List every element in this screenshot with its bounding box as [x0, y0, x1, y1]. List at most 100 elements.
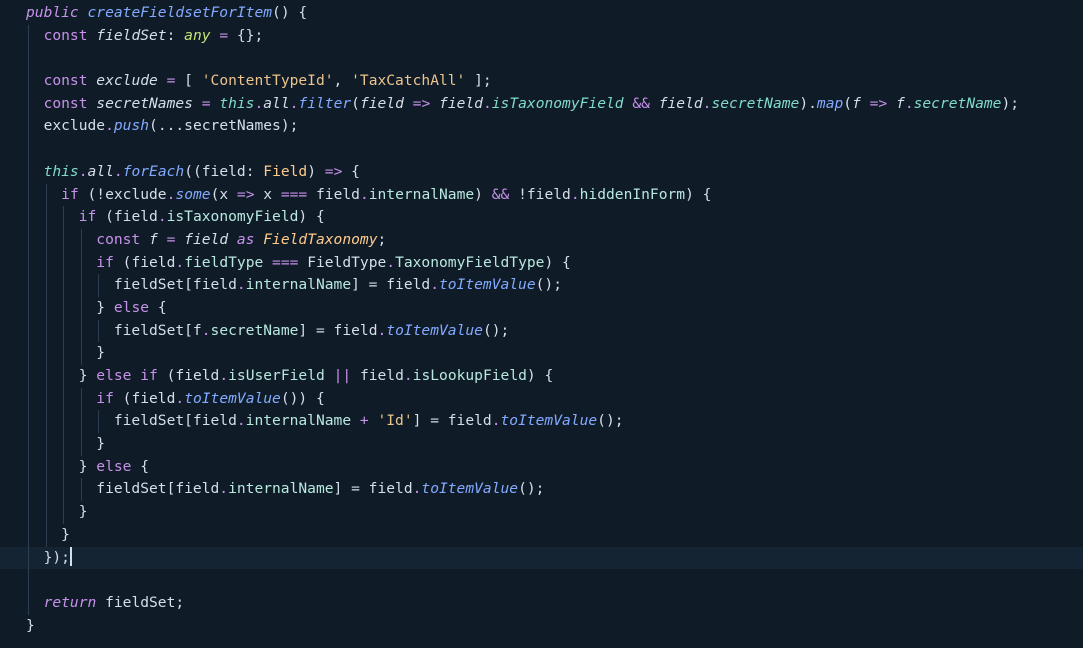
code-line[interactable]: } [26, 433, 1083, 456]
code-line[interactable]: const exclude = [ 'ContentTypeId', 'TaxC… [26, 70, 1083, 93]
code-token: public [26, 4, 88, 21]
code-token: fieldSet[field [26, 412, 237, 430]
code-token: ) { [298, 208, 325, 226]
code-line[interactable]: const secretNames = this.all.filter(fiel… [26, 92, 1083, 116]
code-token: fieldSet [96, 26, 167, 44]
code-token: . [403, 367, 413, 384]
indent-guide [45, 410, 47, 434]
indent-guide [98, 274, 100, 297]
code-line[interactable] [26, 569, 1083, 592]
code-token: fieldType [184, 253, 264, 271]
code-token: field [184, 230, 229, 248]
indent-guide [80, 274, 82, 297]
code-token: } [26, 344, 106, 362]
code-token: [ [184, 72, 202, 90]
code-token: . [78, 162, 88, 180]
indent-guide [28, 274, 29, 297]
code-line[interactable]: const fieldSet: any = {}; [26, 24, 1083, 48]
indent-guide [63, 387, 65, 411]
code-token: => [403, 94, 440, 112]
code-line[interactable]: fieldSet[field.internalName + 'Id'] = fi… [26, 410, 1083, 434]
code-line[interactable]: if (field.fieldType === FieldType.Taxono… [26, 251, 1083, 275]
code-token: const [26, 26, 97, 44]
indent-guide [45, 274, 47, 297]
code-token: push [113, 117, 150, 135]
code-token: (); [482, 321, 510, 339]
indent-guide [28, 478, 29, 502]
code-token: ) { [526, 367, 554, 384]
indent-guide [45, 387, 47, 411]
code-token: else [113, 298, 150, 316]
code-token: fieldSet[field [26, 480, 220, 498]
indent-guide [45, 228, 47, 252]
code-area[interactable]: public createFieldsetForItem() { const f… [0, 2, 1083, 638]
code-token: (field [96, 208, 158, 226]
code-token: } [26, 503, 88, 521]
code-token: isTaxonomyField [166, 208, 299, 226]
code-token: secretNames [96, 94, 193, 112]
code-line[interactable]: } [26, 523, 1083, 547]
code-line[interactable]: fieldSet[f.secretName] = field.toItemVal… [26, 319, 1083, 343]
code-line[interactable]: } else { [26, 296, 1083, 320]
code-token: createFieldsetForItem [87, 4, 273, 21]
code-token: ). [799, 94, 817, 112]
code-line[interactable]: public createFieldsetForItem() { [26, 2, 1083, 25]
indent-guide [28, 206, 29, 229]
code-line[interactable]: const f = field as FieldTaxonomy; [26, 228, 1083, 252]
indent-guide [63, 296, 65, 320]
code-token: ((field: [184, 162, 264, 180]
code-token: . [236, 412, 246, 430]
code-token: if [96, 253, 114, 271]
code-line[interactable]: } else if (field.isUserField || field.is… [26, 365, 1083, 388]
code-token: exclude [96, 72, 158, 90]
code-token: = [210, 26, 237, 44]
code-token: field [359, 367, 404, 384]
indent-guide [28, 92, 29, 116]
indent-guide [28, 410, 29, 434]
code-token: || [324, 367, 360, 384]
code-token: (x [210, 185, 237, 203]
code-line[interactable] [26, 138, 1083, 161]
code-token: . [175, 389, 185, 407]
code-token: } [26, 457, 97, 475]
code-line[interactable]: fieldSet[field.internalName] = field.toI… [26, 274, 1083, 297]
code-line[interactable]: if (field.toItemValue()) { [26, 387, 1083, 411]
code-line[interactable]: if (field.isTaxonomyField) { [26, 206, 1083, 229]
code-token: toItemValue [438, 276, 536, 294]
indent-guide [28, 546, 29, 570]
indent-guide [80, 478, 82, 502]
code-line[interactable]: } [26, 501, 1083, 524]
code-line[interactable]: }); [0, 546, 1083, 570]
code-editor[interactable]: public createFieldsetForItem() { const f… [0, 0, 1083, 648]
code-token: internalName [368, 185, 475, 203]
indent-guide [63, 365, 65, 388]
indent-guide [80, 410, 82, 434]
code-token: . [430, 276, 439, 294]
code-token: internalName [228, 480, 334, 498]
code-token: !field [509, 185, 571, 203]
code-line[interactable] [26, 47, 1083, 71]
code-token: (...secretNames); [149, 117, 299, 135]
code-token: secretName [210, 321, 299, 339]
indent-guide [45, 433, 47, 456]
code-line[interactable]: fieldSet[field.internalName] = field.toI… [26, 478, 1083, 502]
code-token: fieldSet[field [26, 276, 237, 294]
code-token: f [896, 94, 905, 112]
code-line[interactable]: return fieldSet; [26, 591, 1083, 615]
indent-guide [80, 228, 82, 252]
code-line[interactable]: this.all.forEach((field: Field) => { [26, 160, 1083, 184]
code-line[interactable]: } else { [26, 455, 1083, 479]
code-token: = [157, 72, 185, 90]
code-token: } [26, 525, 70, 543]
code-line[interactable]: } [26, 615, 1083, 638]
code-token: . [377, 321, 387, 339]
code-token: forEach [122, 162, 185, 180]
code-token: ( [351, 94, 360, 112]
code-line[interactable]: exclude.push(...secretNames); [26, 115, 1083, 139]
code-token: . [219, 367, 229, 384]
code-line[interactable]: } [26, 342, 1083, 365]
code-token: . [113, 162, 123, 180]
code-line[interactable]: if (!exclude.some(x => x === field.inter… [26, 183, 1083, 207]
